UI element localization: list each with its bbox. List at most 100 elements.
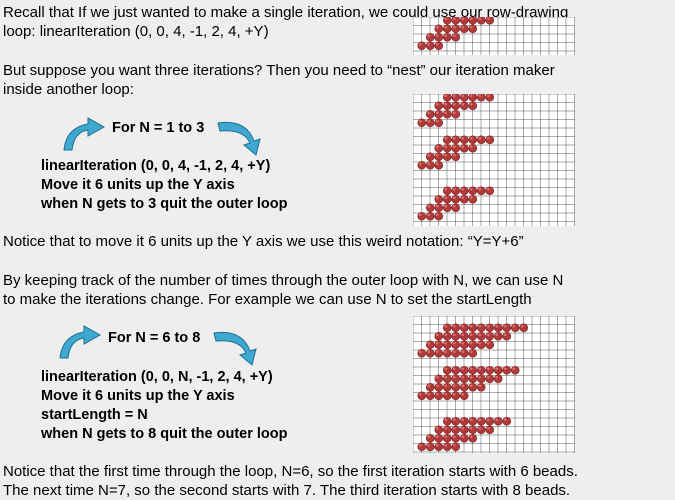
bead xyxy=(451,374,461,384)
bead xyxy=(451,109,461,119)
bead xyxy=(459,374,469,384)
bead xyxy=(417,391,427,401)
bead xyxy=(434,194,444,204)
bead xyxy=(468,365,478,375)
loop2-header: For N = 6 to 8 xyxy=(108,330,201,346)
bead xyxy=(451,17,461,25)
bead xyxy=(493,323,503,333)
bead xyxy=(442,152,452,162)
bead xyxy=(451,323,461,333)
bead xyxy=(485,323,495,333)
bead xyxy=(417,211,427,221)
bead xyxy=(459,348,469,358)
bead xyxy=(468,425,478,435)
bead xyxy=(425,41,435,51)
bead xyxy=(459,433,469,443)
bead xyxy=(468,340,478,350)
bead xyxy=(434,340,444,350)
bead xyxy=(476,323,486,333)
bead xyxy=(485,186,495,196)
notice-1: Notice that to move it 6 units up the Y … xyxy=(3,233,524,250)
loop2-body-line-3: startLength = N xyxy=(41,407,148,423)
bead xyxy=(425,211,435,221)
bead xyxy=(425,382,435,392)
bead xyxy=(434,442,444,452)
bead xyxy=(468,94,478,102)
bead xyxy=(476,94,486,102)
bead xyxy=(451,94,461,102)
bead xyxy=(502,365,512,375)
single-iteration-grid xyxy=(413,17,575,55)
bead xyxy=(434,331,444,341)
bead xyxy=(442,109,452,119)
bead xyxy=(459,143,469,153)
bead xyxy=(485,135,495,145)
bead xyxy=(425,433,435,443)
bead xyxy=(442,425,452,435)
curved-arrow-up-icon xyxy=(59,325,102,359)
bead xyxy=(459,425,469,435)
nest-line-1: But suppose you want three iterations? T… xyxy=(3,62,555,79)
bead xyxy=(468,323,478,333)
bead xyxy=(510,365,520,375)
bead xyxy=(476,331,486,341)
bead xyxy=(451,331,461,341)
bead xyxy=(442,416,452,426)
bead xyxy=(434,425,444,435)
bead xyxy=(451,152,461,162)
bead xyxy=(485,374,495,384)
bead xyxy=(434,348,444,358)
loop2-body-line-2: Move it 6 units up the Y axis xyxy=(41,388,235,404)
bead xyxy=(434,203,444,213)
bead xyxy=(442,101,452,111)
bead xyxy=(485,331,495,341)
bead xyxy=(442,340,452,350)
bead xyxy=(510,323,520,333)
bead xyxy=(442,94,452,102)
tracking-line-2: to make the iterations change. For examp… xyxy=(3,291,532,308)
bead xyxy=(485,416,495,426)
bead xyxy=(451,391,461,401)
bead xyxy=(451,425,461,435)
bead xyxy=(442,135,452,145)
bead xyxy=(493,331,503,341)
bead xyxy=(451,194,461,204)
bead xyxy=(485,17,495,25)
bead xyxy=(442,17,452,25)
bead xyxy=(451,203,461,213)
bead xyxy=(459,340,469,350)
bead xyxy=(451,365,461,375)
bead xyxy=(425,391,435,401)
bead xyxy=(425,109,435,119)
bead xyxy=(434,433,444,443)
bead xyxy=(425,442,435,452)
bead xyxy=(442,186,452,196)
bead xyxy=(459,186,469,196)
bead xyxy=(451,32,461,42)
bead xyxy=(468,24,478,34)
bead xyxy=(417,41,427,51)
bead xyxy=(459,382,469,392)
bead xyxy=(451,24,461,34)
bead xyxy=(459,331,469,341)
loop1-body-line-1: linearIteration (0, 0, 4, -1, 2, 4, +Y) xyxy=(41,158,271,174)
nest-line-2: inside another loop: xyxy=(3,81,134,98)
bead xyxy=(459,323,469,333)
bead xyxy=(442,391,452,401)
bead xyxy=(468,374,478,384)
bead xyxy=(476,365,486,375)
bead xyxy=(468,135,478,145)
bead xyxy=(468,101,478,111)
bead xyxy=(451,442,461,452)
bead xyxy=(476,17,486,25)
bead xyxy=(485,365,495,375)
bead xyxy=(434,382,444,392)
bead xyxy=(476,425,486,435)
bead xyxy=(434,41,444,51)
bead xyxy=(434,391,444,401)
bead xyxy=(442,24,452,34)
bead xyxy=(459,416,469,426)
curved-arrow-down-icon xyxy=(213,331,257,366)
bead xyxy=(485,94,495,102)
bead xyxy=(442,382,452,392)
